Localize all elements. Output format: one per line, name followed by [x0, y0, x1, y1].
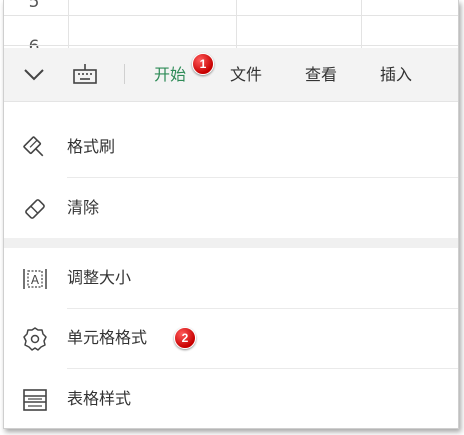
eraser-icon: [22, 196, 48, 222]
menu-item-label: 单元格格式: [67, 328, 148, 347]
keyboard-icon[interactable]: [72, 62, 98, 86]
menu-item-label: 表格样式: [67, 389, 132, 408]
menu-item-table-style[interactable]: 表格样式: [4, 369, 458, 428]
grid-line: [4, 15, 458, 16]
spreadsheet-grid: 5 6: [4, 0, 458, 48]
menu-item-label: 调整大小: [67, 268, 132, 287]
menu-item-label: 清除: [67, 198, 100, 217]
app-frame: 5 6 开始 文件 查看 插入 1 格式刷 清除 A 调整大小 单元格格式 2 …: [3, 0, 459, 429]
tab-view[interactable]: 查看: [305, 48, 337, 101]
resize-icon: A: [22, 266, 48, 292]
ribbon-toolbar: 开始 文件 查看 插入 1: [4, 48, 458, 102]
toolbar-separator: [124, 64, 125, 84]
gear-icon: [22, 326, 48, 352]
menu-item-resize[interactable]: A 调整大小: [4, 248, 458, 308]
row-number: 6: [28, 37, 40, 48]
grid-line: [236, 0, 237, 48]
grid-line: [361, 0, 362, 48]
section-separator: [4, 238, 458, 248]
menu-item-label: 格式刷: [67, 137, 116, 156]
table-style-icon: [22, 387, 48, 413]
chevron-down-icon[interactable]: [22, 64, 46, 84]
tab-insert[interactable]: 插入: [380, 48, 412, 101]
row-number: 5: [28, 0, 40, 12]
annotation-badge-2: 2: [174, 327, 196, 349]
grid-line: [4, 45, 458, 46]
grid-line: [68, 0, 69, 48]
menu-item-cell-format[interactable]: 单元格格式 2: [4, 308, 458, 368]
tab-home[interactable]: 开始: [154, 48, 186, 101]
svg-text:A: A: [31, 273, 40, 287]
menu-item-clear[interactable]: 清除: [4, 178, 458, 238]
format-painter-icon: [22, 135, 48, 161]
tab-file[interactable]: 文件: [230, 48, 262, 101]
menu-item-format-painter[interactable]: 格式刷: [4, 117, 458, 177]
annotation-badge-1: 1: [192, 53, 214, 75]
